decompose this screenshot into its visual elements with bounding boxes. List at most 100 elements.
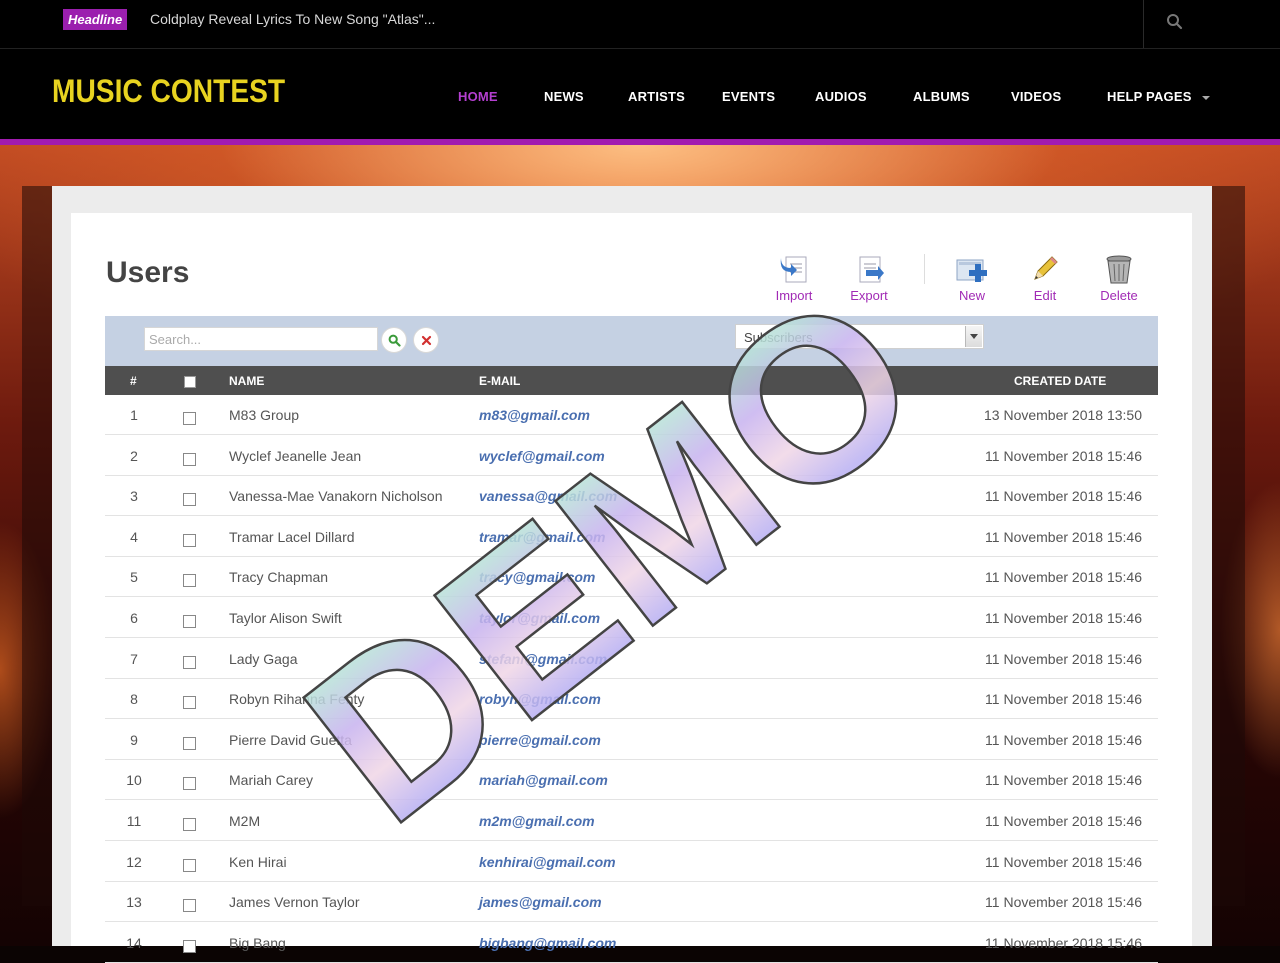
col-email[interactable]: E-MAIL [479, 374, 520, 388]
nav-events[interactable]: EVENTS [722, 89, 775, 104]
nav-albums[interactable]: ALBUMS [913, 89, 970, 104]
top-search-button[interactable] [1143, 0, 1280, 48]
user-name: M2M [229, 813, 261, 829]
export-icon [859, 256, 884, 283]
created-date: 11 November 2018 15:46 [985, 569, 1142, 586]
table-row[interactable]: 8 Robyn Rihanna Fenty robyn@gmail.com 11 No… [105, 679, 1158, 720]
user-email-link[interactable]: pierre@gmail.com [479, 732, 601, 748]
user-email-link[interactable]: tracy@gmail.com [479, 569, 595, 585]
row-number: 13 [126, 894, 142, 911]
table-row[interactable]: 3 Vanessa-Mae Vanakorn Nicholson vanessa@g… [105, 476, 1158, 517]
delete-label: Delete [1100, 288, 1138, 303]
row-number: 9 [130, 731, 138, 748]
user-email-link[interactable]: mariah@gmail.com [479, 772, 608, 788]
row-checkbox[interactable] [183, 533, 196, 547]
table-row[interactable]: 11 M2M m2m@gmail.com 11 November 2018 15:46 [105, 801, 1158, 841]
user-name: M83 Group [229, 407, 300, 423]
import-icon [780, 256, 807, 283]
row-number: 11 [126, 813, 142, 829]
user-email-link[interactable]: m83@gmail.com [479, 407, 590, 423]
user-email-link[interactable]: tramar@gmail.com [479, 529, 605, 545]
table-row[interactable]: 9 Pierre David Guetta pierre@gmail.com 11 N… [105, 720, 1158, 760]
chevron-down-icon [965, 326, 982, 347]
row-checkbox[interactable] [183, 939, 196, 953]
table-row[interactable]: 6 Taylor Alison Swift taylor@gmail.com 11 N… [105, 598, 1158, 638]
search-icon [388, 334, 401, 347]
created-date: 11 November 2018 15:46 [985, 731, 1142, 748]
edit-button[interactable]: Edit [1015, 252, 1075, 303]
add-document-icon [956, 259, 987, 282]
table-row[interactable]: 10 Mariah Carey mariah@gmail.com 11 Novembe… [105, 760, 1158, 801]
nav-news[interactable]: NEWS [544, 89, 584, 104]
nav-artists[interactable]: ARTISTS [628, 89, 685, 104]
user-email-link[interactable]: james@gmail.com [479, 894, 602, 910]
table-row[interactable]: 12 Ken Hirai kenhirai@gmail.com 11 November… [105, 842, 1158, 882]
user-email-link[interactable]: kenhirai@gmail.com [479, 854, 616, 870]
nav-videos[interactable]: VIDEOS [1011, 89, 1061, 104]
page-title: Users [106, 256, 190, 289]
headline-badge: Headline [63, 9, 128, 30]
user-group-select[interactable]: Subscribers [735, 324, 984, 349]
row-checkbox[interactable] [183, 696, 196, 710]
row-checkbox[interactable] [183, 858, 196, 872]
user-group-selected: Subscribers [744, 330, 813, 345]
export-button[interactable]: Export [839, 252, 899, 303]
nav-help-pages[interactable]: HELP PAGES [1107, 89, 1210, 104]
col-number: # [130, 374, 137, 388]
select-all-checkbox[interactable] [184, 376, 196, 388]
table-row[interactable]: 2 Wyclef Jeanelle Jean wyclef@gmail.com 11 … [105, 436, 1158, 476]
user-email-link[interactable]: stefani@gmail.com [479, 651, 607, 667]
created-date: 11 November 2018 15:46 [985, 691, 1142, 708]
search-submit-button[interactable] [381, 327, 407, 353]
created-date: 11 November 2018 15:46 [985, 772, 1142, 789]
row-checkbox[interactable] [183, 412, 196, 425]
table-row[interactable]: 1 M83 Group m83@gmail.com 13 November 2018 … [105, 395, 1158, 435]
row-checkbox[interactable] [183, 777, 196, 791]
row-checkbox[interactable] [183, 574, 196, 588]
table-row[interactable]: 14 Big Bang bigbang@gmail.com 11 November 2… [105, 923, 1158, 963]
row-number: 2 [130, 447, 138, 464]
user-email-link[interactable]: robyn@gmail.com [479, 691, 601, 707]
table-header: # NAME E-MAIL CREATED DATE [105, 366, 1158, 395]
row-checkbox[interactable] [183, 818, 196, 831]
row-checkbox[interactable] [183, 899, 196, 913]
import-button[interactable]: Import [764, 252, 824, 303]
clear-search-button[interactable] [413, 327, 439, 353]
row-checkbox[interactable] [183, 655, 196, 669]
nav-audios[interactable]: AUDIOS [815, 89, 867, 104]
table-row[interactable]: 5 Tracy Chapman tracy@gmail.com 11 November… [105, 557, 1158, 598]
row-number: 4 [130, 528, 138, 545]
user-email-link[interactable]: wyclef@gmail.com [479, 448, 605, 464]
created-date: 11 November 2018 15:46 [985, 610, 1142, 626]
nav-home[interactable]: HOME [458, 89, 498, 104]
user-name: Tramar Lacel Dillard [229, 528, 355, 545]
row-checkbox[interactable] [183, 452, 196, 466]
table-row[interactable]: 4 Tramar Lacel Dillard tramar@gmail.com 11 … [105, 517, 1158, 557]
headline-bar: Headline Coldplay Reveal Lyrics To New S… [0, 0, 1280, 49]
row-checkbox[interactable] [183, 615, 196, 628]
created-date: 11 November 2018 15:46 [985, 528, 1142, 545]
site-logo[interactable]: MUSIC CONTEST [52, 73, 285, 110]
user-email-link[interactable]: vanessa@gmail.com [479, 488, 617, 504]
table-row[interactable]: 13 James Vernon Taylor james@gmail.com 11 N… [105, 882, 1158, 923]
table-row[interactable]: 7 Lady Gaga stefani@gmail.com 11 November 2… [105, 639, 1158, 679]
row-checkbox[interactable] [183, 493, 196, 507]
user-email-link[interactable]: m2m@gmail.com [479, 813, 595, 829]
delete-button[interactable]: Delete [1089, 252, 1149, 303]
user-name: Lady Gaga [229, 650, 298, 667]
user-name: Ken Hirai [229, 853, 287, 870]
headline-ticker-link[interactable]: Coldplay Reveal Lyrics To New Song "Atla… [150, 11, 435, 27]
row-number: 8 [130, 691, 138, 708]
created-date: 11 November 2018 15:46 [985, 488, 1142, 505]
new-button[interactable]: New [942, 252, 1002, 303]
user-email-link[interactable]: taylor@gmail.com [479, 610, 600, 626]
toolbar-separator [924, 254, 925, 284]
col-created-date[interactable]: CREATED DATE [1014, 374, 1106, 388]
user-email-link[interactable]: bigbang@gmail.com [479, 935, 616, 951]
created-date: 11 November 2018 15:46 [985, 934, 1142, 951]
user-name: Taylor Alison Swift [229, 610, 342, 626]
close-icon [421, 335, 432, 346]
search-input[interactable] [144, 327, 378, 351]
col-name[interactable]: NAME [229, 374, 264, 388]
row-checkbox[interactable] [183, 736, 196, 750]
